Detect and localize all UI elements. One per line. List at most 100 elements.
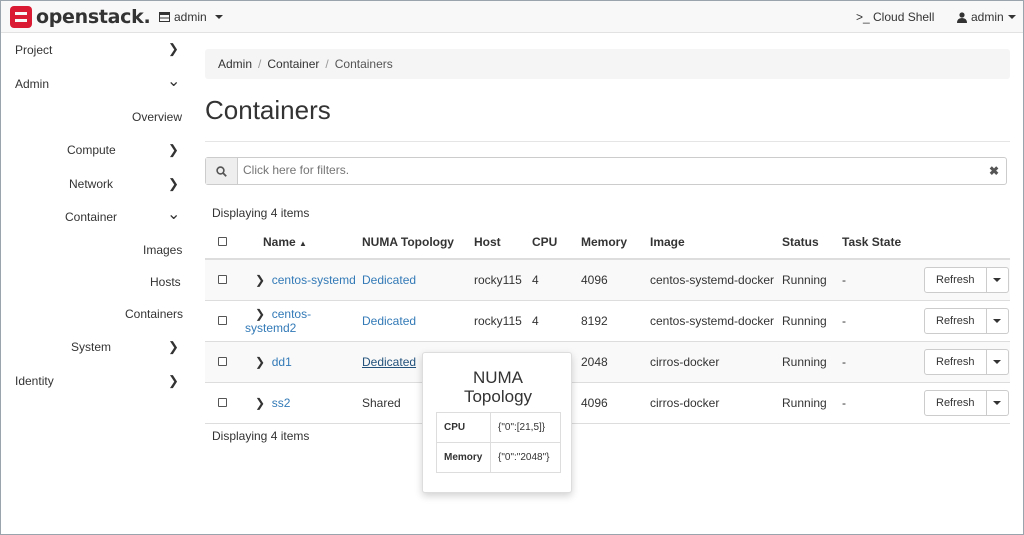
more-actions-button[interactable] bbox=[986, 348, 1009, 375]
chevron-right-icon: ❯ bbox=[168, 373, 179, 388]
memory-cell: 4096 bbox=[581, 259, 650, 301]
project-name: admin bbox=[174, 10, 207, 24]
expand-row-icon[interactable]: ❯ bbox=[255, 396, 265, 410]
actions-cell: Refresh bbox=[924, 259, 1010, 301]
expand-row-icon[interactable]: ❯ bbox=[255, 355, 265, 369]
row-actions: Refresh bbox=[924, 389, 1009, 416]
sidebar-item-system[interactable]: System bbox=[71, 340, 111, 354]
memory-cell: 4096 bbox=[581, 382, 650, 424]
containers-table: Name ▲ NUMA Topology Host CPU Memory Ima… bbox=[205, 225, 1010, 424]
table-header-row: Name ▲ NUMA Topology Host CPU Memory Ima… bbox=[205, 225, 1010, 260]
status-cell: Running bbox=[782, 300, 842, 342]
expand-row-icon[interactable]: ❯ bbox=[255, 307, 265, 321]
sidebar-item-hosts[interactable]: Hosts bbox=[150, 275, 181, 289]
filter-bar: ✖ bbox=[205, 157, 1007, 185]
row-checkbox[interactable] bbox=[218, 356, 227, 366]
expand-row-icon[interactable]: ❯ bbox=[255, 273, 265, 287]
column-header-actions bbox=[924, 225, 1010, 260]
numa-topology-table: CPU {"0":[21,5]} Memory {"0":"2048"} bbox=[436, 412, 561, 473]
actions-cell: Refresh bbox=[924, 341, 1010, 383]
refresh-button[interactable]: Refresh bbox=[924, 266, 987, 293]
column-header-image[interactable]: Image bbox=[650, 225, 782, 260]
filter-search-button[interactable] bbox=[206, 158, 238, 184]
close-icon[interactable]: ✖ bbox=[989, 164, 999, 178]
more-actions-button[interactable] bbox=[986, 307, 1009, 334]
row-select-cell bbox=[205, 382, 245, 424]
top-navbar: openstack. admin >_ Cloud Shell admin bbox=[1, 1, 1023, 33]
filter-input[interactable] bbox=[243, 163, 943, 177]
sidebar-item-network[interactable]: Network bbox=[69, 177, 113, 191]
popover-key: Memory bbox=[436, 442, 491, 473]
caret-down-icon bbox=[993, 359, 1002, 364]
numa-topology-link[interactable]: Dedicated bbox=[362, 314, 416, 328]
host-cell: rocky115 bbox=[474, 300, 532, 342]
column-header-label: Name bbox=[263, 234, 296, 249]
column-header-task-state[interactable]: Task State bbox=[842, 225, 924, 260]
item-count-top: Displaying 4 items bbox=[212, 206, 310, 220]
chevron-right-icon: ❯ bbox=[168, 339, 179, 354]
cloud-shell-link[interactable]: >_ Cloud Shell bbox=[856, 10, 934, 24]
breadcrumb-separator: / bbox=[325, 57, 329, 71]
task-state-cell: - bbox=[842, 259, 924, 301]
project-switcher[interactable]: admin bbox=[159, 10, 223, 24]
container-name-link[interactable]: centos-systemd bbox=[272, 273, 356, 287]
column-header-numa[interactable]: NUMA Topology bbox=[362, 225, 474, 260]
table-icon bbox=[159, 12, 170, 22]
memory-cell: 2048 bbox=[581, 341, 650, 383]
more-actions-button[interactable] bbox=[986, 266, 1009, 293]
column-header-host[interactable]: Host bbox=[474, 225, 532, 260]
sidebar-item-overview[interactable]: Overview bbox=[132, 110, 182, 124]
image-cell: cirros-docker bbox=[650, 341, 782, 383]
container-name-link[interactable]: dd1 bbox=[272, 355, 292, 369]
refresh-button[interactable]: Refresh bbox=[924, 389, 987, 416]
numa-cell: Dedicated bbox=[362, 300, 474, 342]
sidebar-item-admin[interactable]: Admin bbox=[15, 77, 49, 91]
breadcrumb-admin[interactable]: Admin bbox=[218, 57, 252, 71]
caret-down-icon bbox=[1007, 15, 1016, 19]
more-actions-button[interactable] bbox=[986, 389, 1009, 416]
column-header-name[interactable]: Name ▲ bbox=[245, 225, 362, 260]
task-state-cell: - bbox=[842, 382, 924, 424]
sidebar-item-project[interactable]: Project bbox=[15, 43, 52, 57]
row-actions: Refresh bbox=[924, 307, 1009, 334]
actions-cell: Refresh bbox=[924, 300, 1010, 342]
status-cell: Running bbox=[782, 259, 842, 301]
popover-row: CPU {"0":[21,5]} bbox=[436, 412, 561, 443]
item-count-bottom: Displaying 4 items bbox=[212, 429, 310, 443]
user-menu[interactable]: admin bbox=[957, 10, 1016, 24]
caret-down-icon bbox=[993, 277, 1002, 282]
popover-title-line: Topology bbox=[463, 387, 533, 406]
numa-topology-link[interactable]: Dedicated bbox=[362, 273, 416, 287]
name-cell: ❯ dd1 bbox=[245, 341, 362, 383]
popover-value: {"0":[21,5]} bbox=[490, 412, 561, 443]
row-checkbox[interactable] bbox=[218, 397, 227, 407]
sidebar-item-containers[interactable]: Containers bbox=[125, 307, 183, 321]
column-header-status[interactable]: Status bbox=[782, 225, 842, 260]
sidebar-item-compute[interactable]: Compute bbox=[67, 143, 116, 157]
chevron-right-icon: ❯ bbox=[168, 41, 179, 56]
table-row: ❯ dd1 Dedicated 2048 cirros-docker Runni… bbox=[205, 341, 1010, 383]
search-icon bbox=[216, 165, 227, 177]
openstack-logo[interactable]: openstack. bbox=[10, 5, 151, 29]
table-row: ❯ centos-systemd2 Dedicated rocky115 4 8… bbox=[205, 300, 1010, 342]
row-actions: Refresh bbox=[924, 348, 1009, 375]
row-checkbox[interactable] bbox=[218, 274, 227, 284]
numa-topology-link[interactable]: Dedicated bbox=[362, 355, 416, 369]
column-header-memory[interactable]: Memory bbox=[581, 225, 650, 260]
table-row: ❯ centos-systemd Dedicated rocky115 4 40… bbox=[205, 259, 1010, 301]
cpu-cell: 4 bbox=[532, 259, 581, 301]
breadcrumb-container[interactable]: Container bbox=[267, 57, 319, 71]
container-name-link[interactable]: ss2 bbox=[272, 396, 291, 410]
image-cell: centos-systemd-docker bbox=[650, 259, 782, 301]
task-state-cell: - bbox=[842, 300, 924, 342]
refresh-button[interactable]: Refresh bbox=[924, 348, 987, 375]
sidebar-item-images[interactable]: Images bbox=[143, 243, 182, 257]
breadcrumb-separator: / bbox=[258, 57, 262, 71]
column-header-cpu[interactable]: CPU bbox=[532, 225, 581, 260]
table-row: ❯ ss2 Shared 4096 cirros-docker Running … bbox=[205, 382, 1010, 424]
sidebar-item-identity[interactable]: Identity bbox=[15, 374, 54, 388]
sidebar-item-container[interactable]: Container bbox=[65, 210, 117, 224]
select-all-checkbox[interactable] bbox=[218, 236, 227, 246]
refresh-button[interactable]: Refresh bbox=[924, 307, 987, 334]
row-checkbox[interactable] bbox=[218, 315, 227, 325]
